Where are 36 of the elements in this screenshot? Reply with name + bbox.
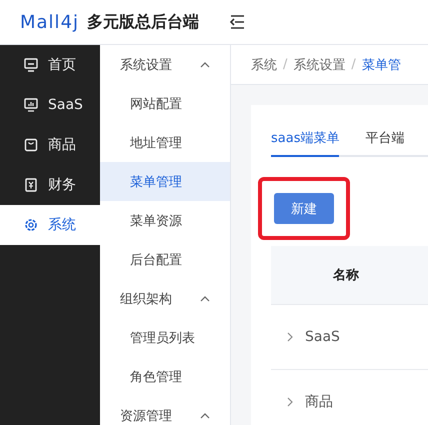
chevron-icon[interactable] [287, 397, 293, 407]
submenu-item[interactable]: 地址管理 [100, 123, 230, 162]
new-button[interactable]: 新建 [274, 193, 334, 224]
menu-fold-icon[interactable] [229, 15, 246, 29]
monitor-chart-icon [24, 98, 38, 112]
breadcrumb-item[interactable]: 菜单管 [362, 56, 401, 74]
settings-icon [24, 218, 38, 232]
app-title: 多元版总后台端 [87, 12, 200, 32]
chevron-icon[interactable] [287, 332, 293, 342]
sidebar-item[interactable]: 系统 [0, 205, 100, 245]
monitor-icon [24, 58, 38, 72]
breadcrumb-item[interactable]: 系统设置 [293, 56, 346, 74]
submenu-item[interactable]: 菜单管理 [100, 162, 230, 201]
logo: Mall4j [20, 12, 80, 32]
table-cell: SaaS [305, 329, 340, 345]
submenu-item[interactable]: 管理员列表 [100, 318, 230, 357]
breadcrumb-item[interactable]: 系统 [251, 56, 277, 74]
submenu-item[interactable]: 角色管理 [100, 357, 230, 396]
submenu-item[interactable]: 网站配置 [100, 84, 230, 123]
submenu-group[interactable]: 组织架构 [100, 279, 230, 318]
table-cell: 商品 [305, 393, 333, 411]
submenu-item[interactable]: 后台配置 [100, 240, 230, 279]
column-header: 名称 [333, 267, 359, 284]
tab[interactable]: 平台端 [365, 123, 404, 157]
sidebar-item[interactable]: 首页 [0, 45, 100, 85]
document-icon [24, 178, 38, 192]
submenu-item[interactable]: 菜单资源 [100, 201, 230, 240]
sidebar-item[interactable]: 商品 [0, 125, 100, 165]
sidebar-item[interactable]: SaaS [0, 85, 100, 125]
submenu-group[interactable]: 资源管理 [100, 396, 230, 425]
breadcrumb-separator: / [283, 57, 288, 72]
tab[interactable]: saas端菜单 [271, 123, 340, 157]
bag-icon [24, 138, 38, 152]
breadcrumb-separator: / [351, 57, 356, 72]
sidebar-item[interactable]: 财务 [0, 165, 100, 205]
submenu-group[interactable]: 系统设置 [100, 45, 230, 84]
